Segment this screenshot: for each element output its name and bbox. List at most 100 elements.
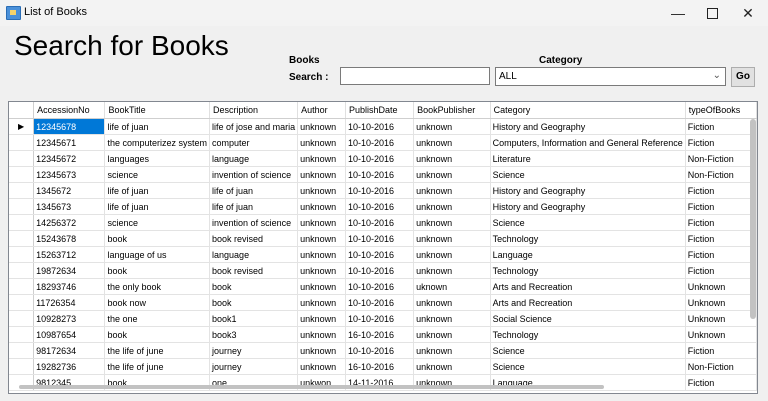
table-cell[interactable]: 19282736	[33, 358, 106, 375]
table-cell[interactable]: 10-10-2016	[345, 198, 415, 215]
table-cell[interactable]: Unknown	[685, 294, 757, 311]
table-cell[interactable]: life of juan	[209, 198, 299, 215]
table-cell[interactable]: Language	[490, 246, 686, 263]
books-grid[interactable]: AccessionNo BookTitle Description Author…	[8, 101, 758, 394]
table-cell[interactable]: book revised	[209, 262, 299, 279]
go-button[interactable]: Go	[731, 67, 755, 87]
row-header[interactable]	[9, 246, 35, 263]
table-cell[interactable]: 10-10-2016	[345, 246, 415, 263]
table-cell[interactable]: unknown	[297, 326, 346, 343]
table-cell[interactable]: the one	[104, 310, 211, 327]
table-cell[interactable]: language	[209, 150, 299, 167]
table-cell[interactable]: 12345672	[33, 150, 106, 167]
table-cell[interactable]: Science	[490, 358, 686, 375]
row-header[interactable]	[9, 230, 35, 247]
column-header[interactable]: Author	[297, 102, 346, 119]
table-cell[interactable]: unknown	[413, 166, 491, 183]
table-cell[interactable]: book	[104, 326, 211, 343]
table-cell[interactable]: book now	[104, 294, 211, 311]
table-cell[interactable]: the life of june	[104, 358, 211, 375]
table-row[interactable]: 10987654 book book3 unknown 16-10-2016 unknow…	[9, 326, 757, 343]
table-cell[interactable]: 12345671	[33, 134, 106, 151]
table-cell[interactable]: Fiction	[685, 118, 757, 135]
table-cell[interactable]: 10-10-2016	[345, 182, 415, 199]
row-header[interactable]	[9, 182, 35, 199]
table-cell[interactable]: 1345672	[33, 182, 106, 199]
column-header[interactable]: Category	[490, 102, 686, 119]
table-cell[interactable]: life of jose and maria	[209, 118, 299, 135]
table-cell[interactable]: Literature	[490, 150, 686, 167]
table-cell[interactable]: unknown	[297, 118, 346, 135]
row-header[interactable]: ▶	[9, 118, 35, 135]
column-header[interactable]: typeOfBooks	[685, 102, 757, 119]
table-cell[interactable]: unknown	[413, 326, 491, 343]
table-row[interactable]: 1345672 life of juan life of juan unknown 10…	[9, 182, 757, 199]
table-cell[interactable]: 14256372	[33, 214, 106, 231]
table-cell[interactable]: Science	[490, 166, 686, 183]
table-cell[interactable]: 10-10-2016	[345, 262, 415, 279]
table-row[interactable]: 19872634 book book revised unknown 10-10-201…	[9, 262, 757, 279]
row-header[interactable]	[9, 310, 35, 327]
table-cell[interactable]: journey	[209, 358, 299, 375]
table-cell[interactable]: Unknown	[685, 326, 757, 343]
category-dropdown[interactable]: ALL ⌄	[495, 67, 726, 86]
table-cell[interactable]: invention of science	[209, 214, 299, 231]
table-cell[interactable]: unknown	[297, 230, 346, 247]
table-cell[interactable]: 1345673	[33, 198, 106, 215]
row-header[interactable]	[9, 198, 35, 215]
table-cell[interactable]: Fiction	[685, 374, 757, 391]
table-cell[interactable]: Arts and Recreation	[490, 278, 686, 295]
table-cell[interactable]: invention of science	[209, 166, 299, 183]
table-cell[interactable]: book	[209, 278, 299, 295]
table-cell[interactable]: Technology	[490, 326, 686, 343]
table-cell[interactable]: book	[104, 230, 211, 247]
table-cell[interactable]: science	[104, 214, 211, 231]
table-cell[interactable]: life of juan	[209, 182, 299, 199]
table-cell[interactable]: 10928273	[33, 310, 106, 327]
table-row[interactable]: 11726354 book now book unknown 10-10-2016 unk…	[9, 294, 757, 311]
row-header[interactable]	[9, 166, 35, 183]
table-cell[interactable]: Social Science	[490, 310, 686, 327]
table-cell[interactable]: unknown	[413, 182, 491, 199]
horizontal-scrollbar[interactable]	[19, 385, 604, 389]
table-cell[interactable]: unknown	[297, 358, 346, 375]
table-row[interactable]: 12345672 languages language unknown 10-10-20…	[9, 150, 757, 167]
row-header[interactable]	[9, 134, 35, 151]
table-cell[interactable]: Fiction	[685, 262, 757, 279]
table-cell[interactable]: book revised	[209, 230, 299, 247]
table-row[interactable]: ▶ 12345678 life of juan life of jose and ma…	[9, 118, 757, 135]
table-cell[interactable]: 10-10-2016	[345, 150, 415, 167]
table-cell[interactable]: unknown	[297, 214, 346, 231]
table-cell[interactable]: Fiction	[685, 182, 757, 199]
table-cell[interactable]: unknown	[413, 198, 491, 215]
table-cell[interactable]: 12345678	[33, 118, 106, 135]
table-cell[interactable]: the life of june	[104, 342, 211, 359]
table-row[interactable]: 15263712 language of us language unknown 10-…	[9, 246, 757, 263]
column-header[interactable]: BookTitle	[104, 102, 211, 119]
table-cell[interactable]: 10987654	[33, 326, 106, 343]
table-cell[interactable]: Science	[490, 214, 686, 231]
table-cell[interactable]: Unknown	[685, 310, 757, 327]
table-cell[interactable]: Fiction	[685, 230, 757, 247]
table-cell[interactable]: Fiction	[685, 134, 757, 151]
row-header[interactable]	[9, 326, 35, 343]
table-cell[interactable]: 10-10-2016	[345, 134, 415, 151]
table-cell[interactable]: unknown	[413, 262, 491, 279]
table-row[interactable]: 12345673 science invention of science unkno…	[9, 166, 757, 183]
table-cell[interactable]: Non-Fiction	[685, 150, 757, 167]
table-cell[interactable]: unknown	[297, 166, 346, 183]
table-cell[interactable]: life of juan	[104, 198, 211, 215]
table-cell[interactable]: Technology	[490, 262, 686, 279]
table-cell[interactable]: 10-10-2016	[345, 310, 415, 327]
column-header[interactable]: PublishDate	[345, 102, 415, 119]
table-cell[interactable]: 10-10-2016	[345, 294, 415, 311]
table-row[interactable]: 1345673 life of juan life of juan unknown 10…	[9, 198, 757, 215]
table-cell[interactable]: 98172634	[33, 342, 106, 359]
table-cell[interactable]: History and Geography	[490, 198, 686, 215]
table-cell[interactable]: unknown	[413, 246, 491, 263]
table-cell[interactable]: 10-10-2016	[345, 214, 415, 231]
table-cell[interactable]: History and Geography	[490, 182, 686, 199]
table-cell[interactable]: book1	[209, 310, 299, 327]
table-cell[interactable]: Fiction	[685, 214, 757, 231]
table-cell[interactable]: 11726354	[33, 294, 106, 311]
